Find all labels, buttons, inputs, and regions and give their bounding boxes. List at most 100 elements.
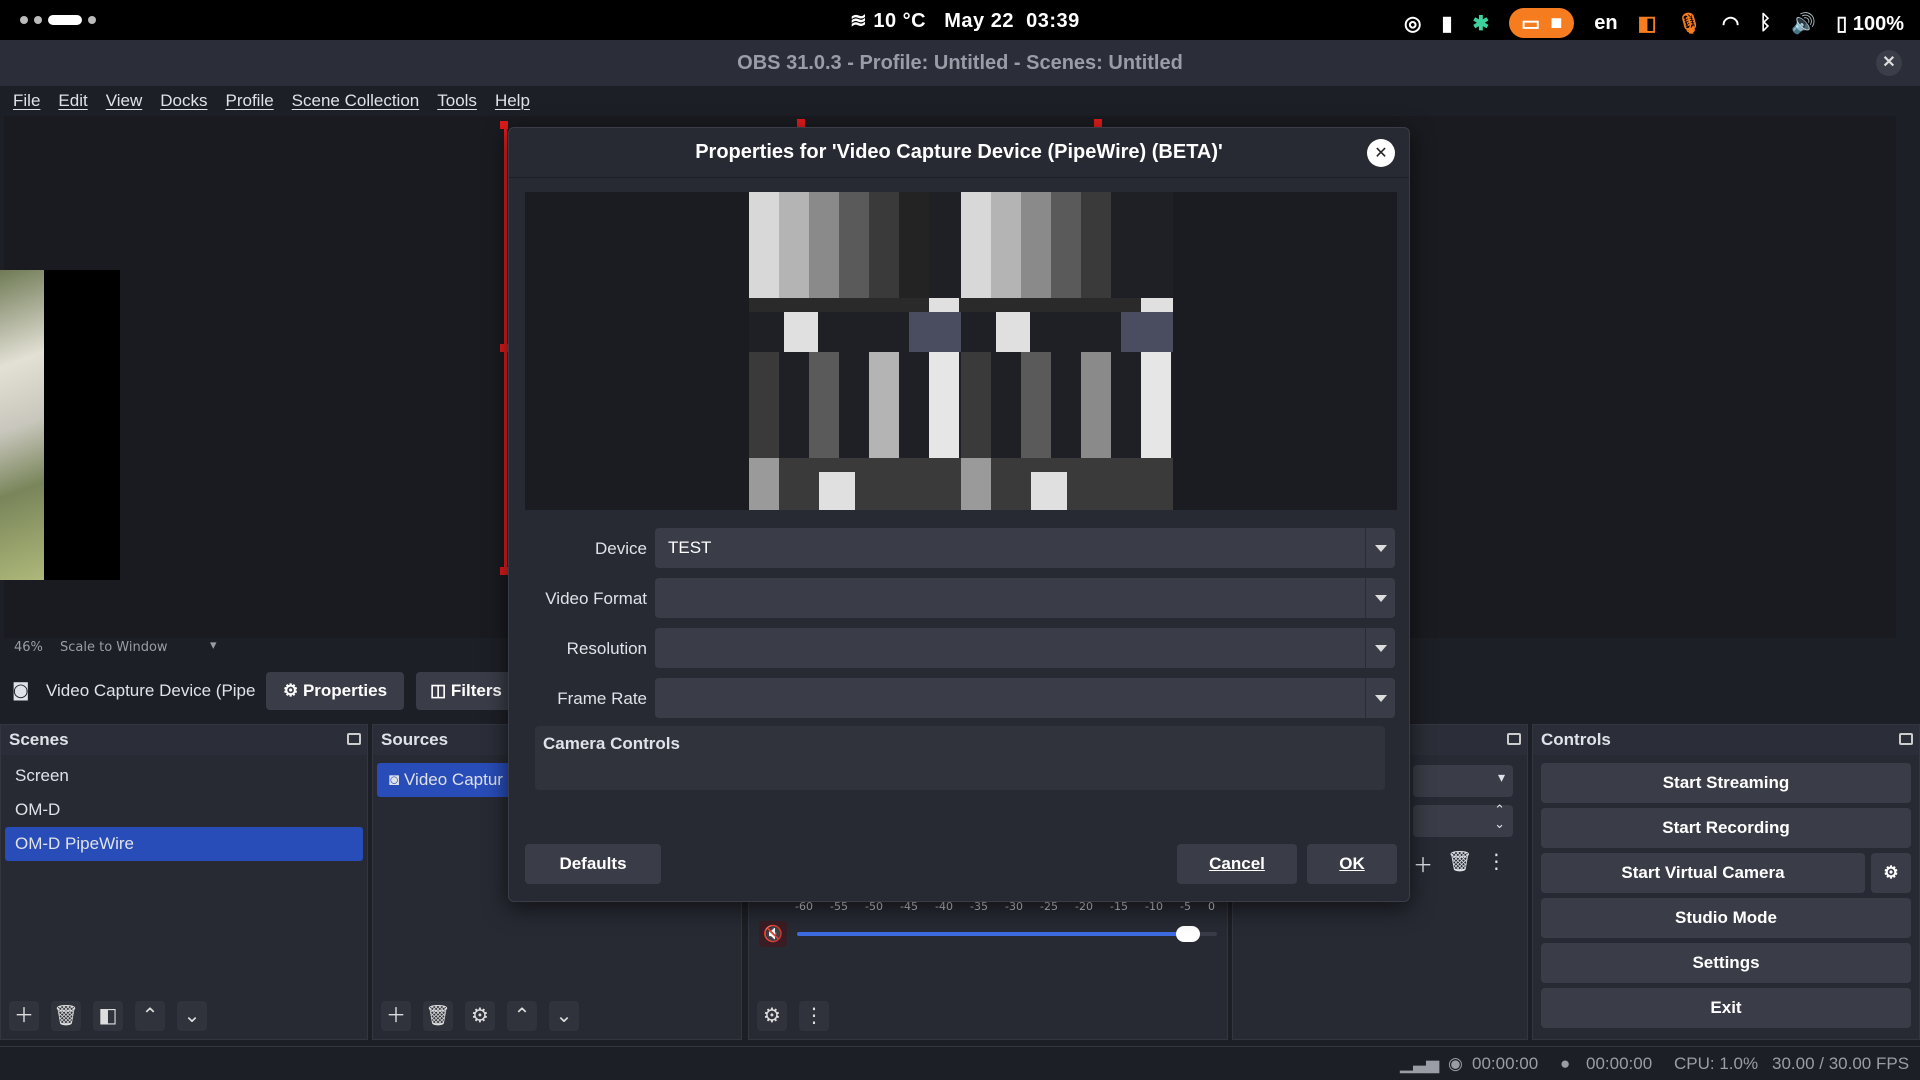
chevron-up-icon[interactable]: ⌃ [1494,803,1505,818]
camera-in-use-icon: ◧ [1637,12,1657,35]
battery-indicator[interactable]: ▯ 100% [1836,11,1904,36]
properties-dialog: Properties for 'Video Capture Device (Pi… [508,127,1410,902]
video-format-select[interactable] [655,578,1395,618]
move-down-icon[interactable]: ⌄ [549,1001,579,1031]
chevron-down-icon: ▾ [1497,770,1505,786]
sources-title: Sources [381,730,449,749]
frame-rate-select[interactable] [655,678,1395,718]
defaults-button[interactable]: Defaults [525,844,661,884]
volume-knob[interactable] [1175,926,1200,942]
stop-icon: ■ [1550,11,1563,34]
screen-share-indicator[interactable]: ▭ ■ [1509,8,1575,38]
scene-item-selected[interactable]: OM-D PipeWire [5,827,363,861]
virtual-camera-settings-gear-icon[interactable]: ⚙ [1871,853,1911,893]
gear-icon[interactable]: ⚙ [465,1001,495,1031]
kebab-menu-icon[interactable]: ⋮ [1486,849,1506,878]
exit-button[interactable]: Exit [1541,988,1911,1028]
chevron-down-icon [1365,578,1395,618]
chevron-down-icon [1365,528,1395,568]
move-down-icon[interactable]: ⌄ [177,1001,207,1031]
kebab-menu-icon[interactable]: ⋮ [799,1001,829,1031]
scale-mode-select[interactable]: Scale to Window [60,640,168,655]
volume-slider[interactable] [797,926,1217,942]
mixer-tick-label: -30 [1005,900,1023,913]
volume-icon[interactable]: 🔊 [1791,11,1816,36]
video-format-label: Video Format [545,589,647,608]
menu-profile[interactable]: Profile [225,86,273,116]
trash-icon[interactable]: 🗑 [423,1001,453,1031]
undock-icon[interactable] [347,733,361,745]
scene-item[interactable]: OM-D [5,793,363,827]
mixer-tick-labels: -60 -55 -50 -45 -40 -35 -30 -25 -20 -15 -10 -5 0 [795,900,1215,916]
device-row: Device TEST [525,528,1395,570]
scenes-dock: Scenes Screen OM-D OM-D PipeWire ＋ 🗑 ◧ ⌃… [0,724,368,1040]
menu-file[interactable]: File [13,86,40,116]
keyboard-layout[interactable]: en [1594,12,1617,35]
stream-status-icon: ◉ [1448,1054,1463,1073]
window-close-icon[interactable]: ✕ [1876,50,1902,76]
menu-help[interactable]: Help [495,86,530,116]
gear-icon: ⚙ [282,681,299,700]
menu-scene-collection[interactable]: Scene Collection [292,86,420,116]
start-streaming-button[interactable]: Start Streaming [1541,763,1911,803]
start-recording-button[interactable]: Start Recording [1541,808,1911,848]
advanced-audio-icon[interactable]: ⚙ [757,1001,787,1031]
scene-item[interactable]: Screen [5,759,363,793]
workspace-dot [88,16,96,24]
scenes-toolbar: ＋ 🗑 ◧ ⌃ ⌄ [9,1001,207,1031]
transition-select[interactable]: ▾ [1413,765,1513,797]
aperture-icon[interactable]: ◎ [1404,11,1421,36]
resolution-select[interactable] [655,628,1395,668]
battery-percent: 100% [1852,12,1904,35]
camera-icon: ◙ [389,770,400,789]
device-select[interactable]: TEST [655,528,1395,568]
duration-spinbox[interactable]: ⌃ ⌄ [1413,803,1513,837]
move-up-icon[interactable]: ⌃ [507,1001,537,1031]
settings-button[interactable]: Settings [1541,943,1911,983]
close-icon[interactable]: ✕ [1367,139,1395,167]
trash-icon[interactable]: 🗑 [51,1001,81,1031]
menu-view[interactable]: View [106,86,143,116]
cancel-button[interactable]: Cancel [1177,844,1297,884]
wifi-icon[interactable]: ◠ [1722,11,1739,36]
stream-timer: 00:00:00 [1472,1054,1539,1073]
resize-handle[interactable] [1094,119,1102,127]
resize-handle[interactable] [500,344,508,352]
studio-mode-button[interactable]: Studio Mode [1541,898,1911,938]
add-icon[interactable]: ＋ [9,1001,39,1031]
resize-handle[interactable] [500,121,508,129]
resize-handle[interactable] [500,567,508,575]
cpu-usage: CPU: 1.0% [1674,1054,1759,1073]
mute-icon[interactable]: 🔇 [759,921,787,947]
ok-button[interactable]: OK [1307,844,1397,884]
undock-icon[interactable] [1899,733,1913,745]
obs-tray-icon[interactable]: ▮ [1442,11,1453,36]
bluetooth-icon[interactable]: ᛒ [1759,12,1771,35]
menu-tools[interactable]: Tools [437,86,477,116]
filters-button[interactable]: ◫ Filters [416,672,516,710]
move-up-icon[interactable]: ⌃ [135,1001,165,1031]
source-item-selected[interactable]: ◙ Video Captur [377,763,517,797]
start-virtual-camera-button[interactable]: Start Virtual Camera [1541,853,1865,893]
trash-icon[interactable]: 🗑 [1447,849,1472,878]
menu-docks[interactable]: Docks [160,86,207,116]
filter-icon[interactable]: ◧ [93,1001,123,1031]
frame-rate-label: Frame Rate [557,689,647,708]
frame-rate-row: Frame Rate [525,678,1395,720]
test-pattern-preview [525,192,1397,510]
add-icon[interactable]: ＋ [381,1001,411,1031]
mixer-tick-label: -45 [900,900,918,913]
properties-button[interactable]: ⚙ Properties [266,672,404,710]
chevron-down-icon[interactable]: ⌄ [1494,817,1505,832]
workspace-indicator[interactable] [20,15,96,25]
transitions-toolbar: ＋ 🗑 ⋮ [1413,849,1506,878]
chevron-down-icon[interactable]: ▾ [210,638,217,653]
status-bar: ▁▃▅ ◉ 00:00:00 ● 00:00:00 CPU: 1.0% 30.0… [0,1046,1920,1080]
video-format-row: Video Format [525,578,1395,620]
menu-edit[interactable]: Edit [58,86,87,116]
add-icon[interactable]: ＋ [1413,849,1433,878]
resize-handle[interactable] [797,119,805,127]
clock[interactable]: ≋ 10 °C May 22 03:39 [850,8,1080,33]
app-tray-icon[interactable]: ✱ [1473,11,1490,36]
undock-icon[interactable] [1507,733,1521,745]
